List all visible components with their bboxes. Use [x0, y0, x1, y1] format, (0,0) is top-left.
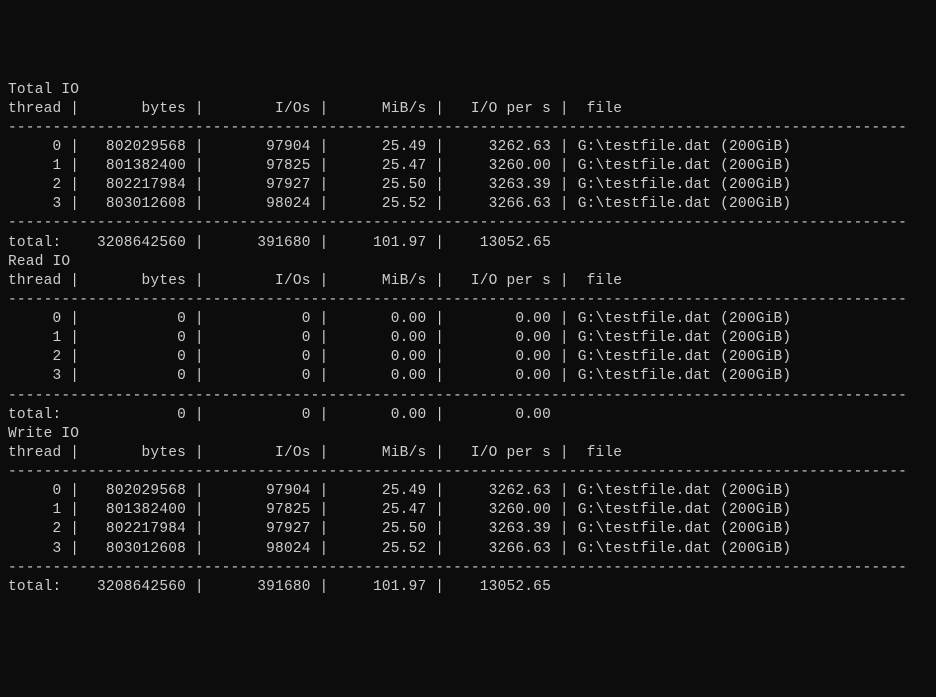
divider: ----------------------------------------…: [8, 119, 928, 138]
divider: ----------------------------------------…: [8, 214, 928, 233]
terminal-output: Total IOthread | bytes | I/Os | MiB/s | …: [8, 81, 928, 597]
section-title: Total IO: [8, 81, 928, 100]
section-title: Read IO: [8, 253, 928, 272]
total-row: total: 3208642560 | 391680 | 101.97 | 13…: [8, 578, 928, 597]
table-row: 3 | 803012608 | 98024 | 25.52 | 3266.63 …: [8, 540, 928, 559]
table-row: 0 | 802029568 | 97904 | 25.49 | 3262.63 …: [8, 138, 928, 157]
total-row: total: 0 | 0 | 0.00 | 0.00: [8, 406, 928, 425]
table-row: 3 | 0 | 0 | 0.00 | 0.00 | G:\testfile.da…: [8, 367, 928, 386]
table-header: thread | bytes | I/Os | MiB/s | I/O per …: [8, 272, 928, 291]
table-header: thread | bytes | I/Os | MiB/s | I/O per …: [8, 100, 928, 119]
table-row: 1 | 0 | 0 | 0.00 | 0.00 | G:\testfile.da…: [8, 329, 928, 348]
table-row: 2 | 0 | 0 | 0.00 | 0.00 | G:\testfile.da…: [8, 348, 928, 367]
table-row: 2 | 802217984 | 97927 | 25.50 | 3263.39 …: [8, 176, 928, 195]
divider: ----------------------------------------…: [8, 463, 928, 482]
table-header: thread | bytes | I/Os | MiB/s | I/O per …: [8, 444, 928, 463]
table-row: 0 | 802029568 | 97904 | 25.49 | 3262.63 …: [8, 482, 928, 501]
total-row: total: 3208642560 | 391680 | 101.97 | 13…: [8, 234, 928, 253]
table-row: 3 | 803012608 | 98024 | 25.52 | 3266.63 …: [8, 195, 928, 214]
table-row: 1 | 801382400 | 97825 | 25.47 | 3260.00 …: [8, 501, 928, 520]
divider: ----------------------------------------…: [8, 387, 928, 406]
table-row: 0 | 0 | 0 | 0.00 | 0.00 | G:\testfile.da…: [8, 310, 928, 329]
table-row: 1 | 801382400 | 97825 | 25.47 | 3260.00 …: [8, 157, 928, 176]
section-title: Write IO: [8, 425, 928, 444]
divider: ----------------------------------------…: [8, 559, 928, 578]
table-row: 2 | 802217984 | 97927 | 25.50 | 3263.39 …: [8, 520, 928, 539]
divider: ----------------------------------------…: [8, 291, 928, 310]
